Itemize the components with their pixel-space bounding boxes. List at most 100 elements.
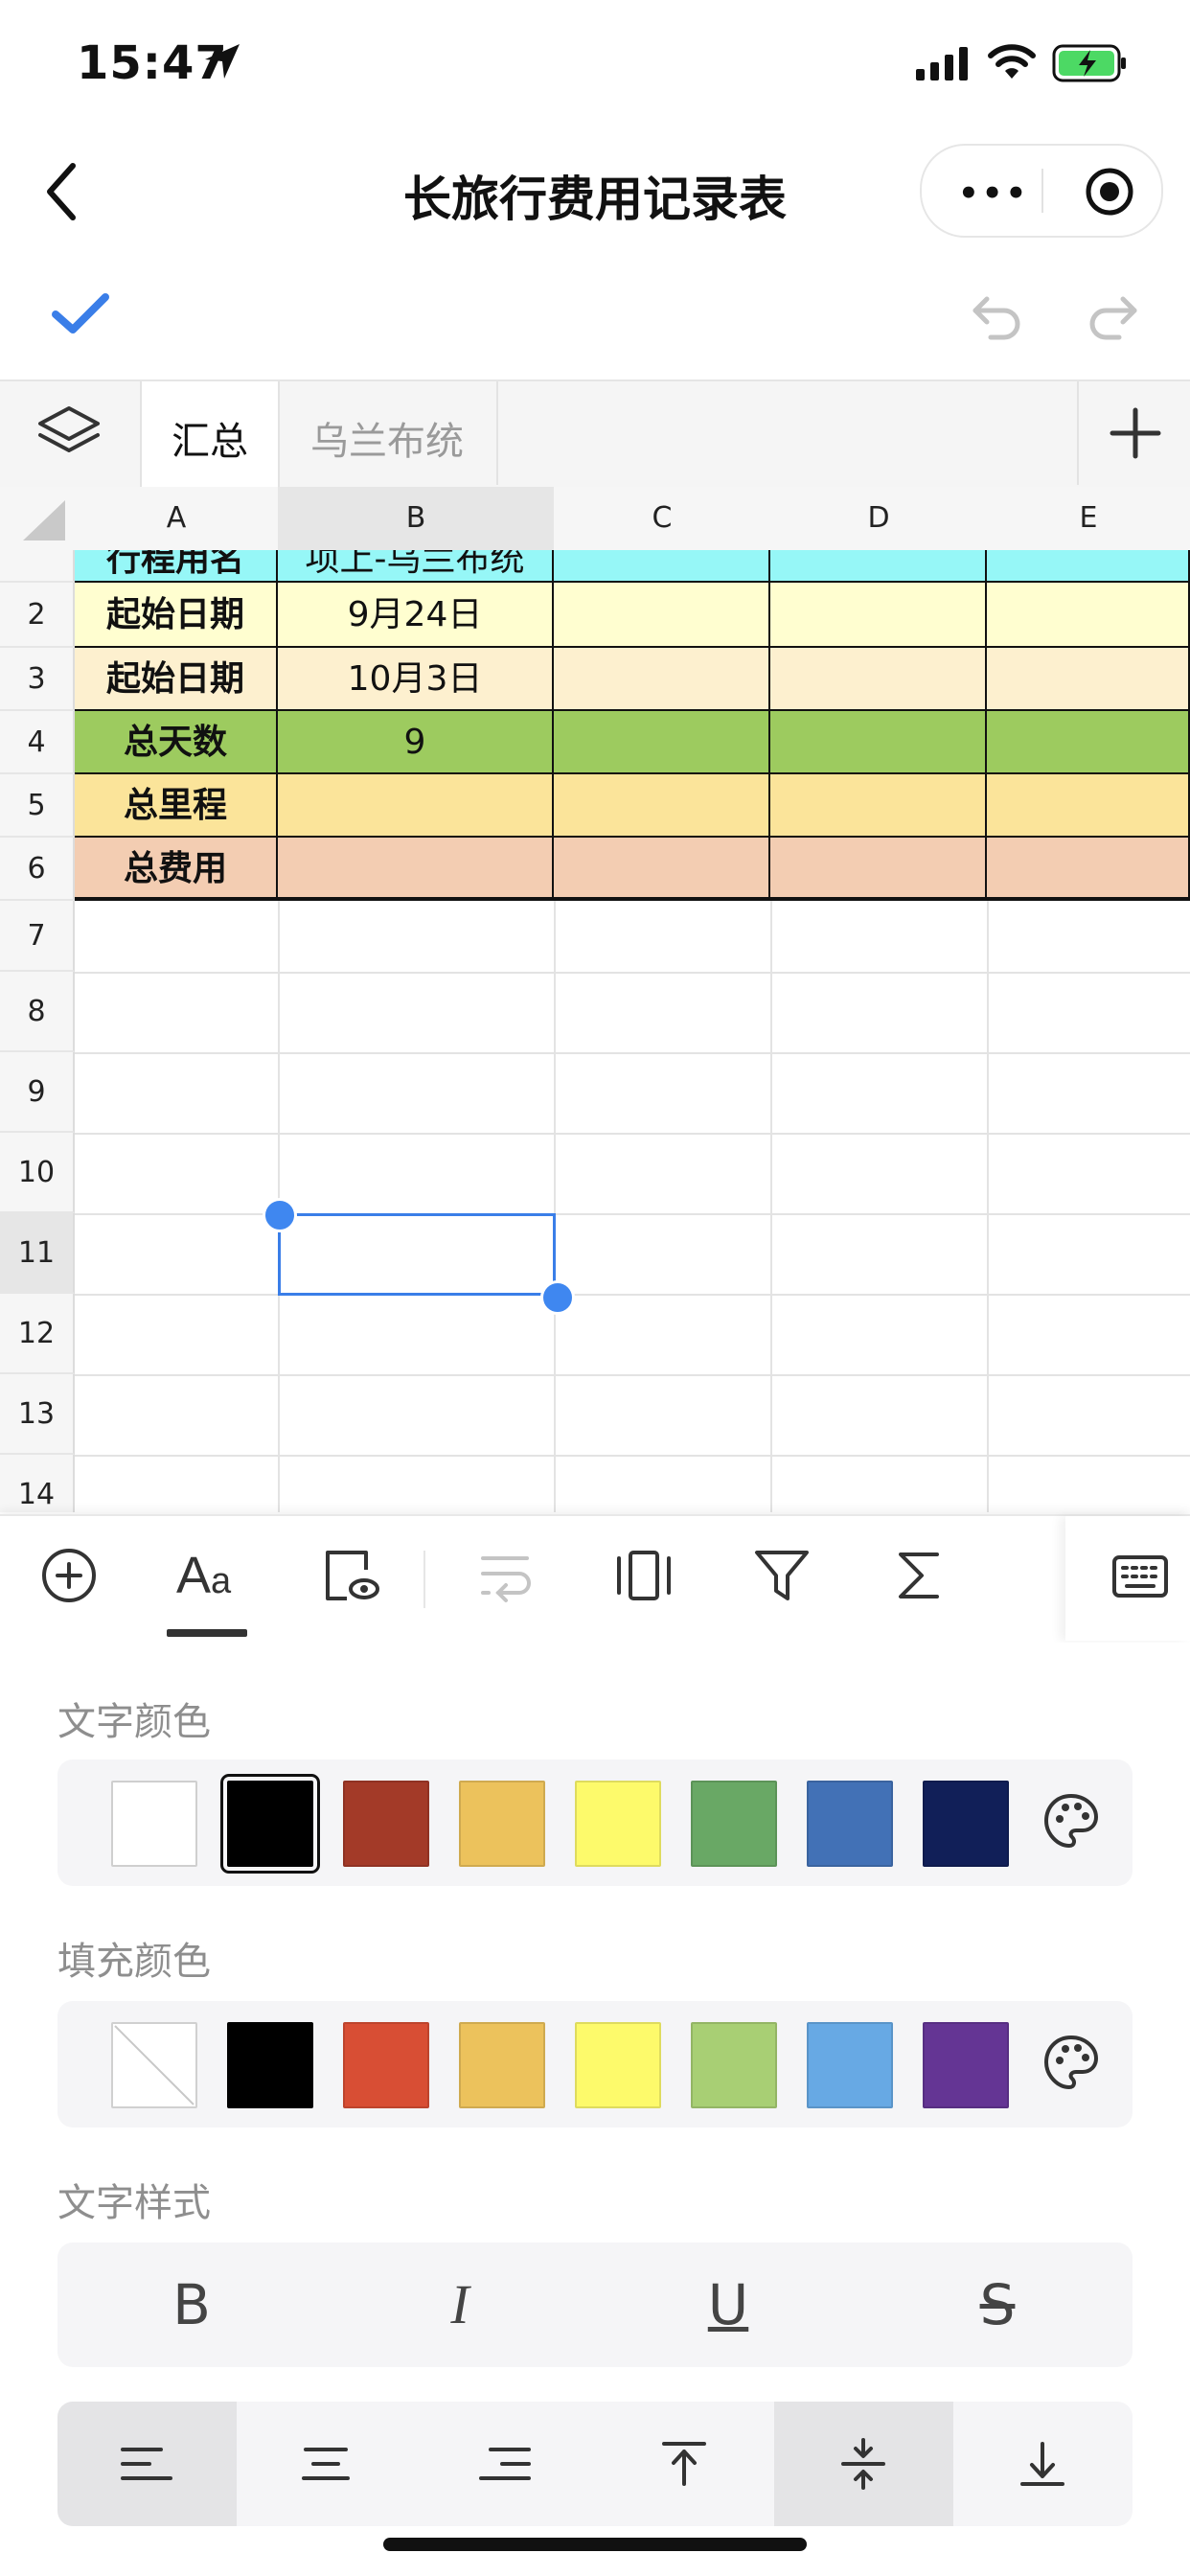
text-color-swatch-5[interactable] (575, 1781, 661, 1867)
add-sheet-button[interactable] (1077, 381, 1190, 485)
more-button[interactable]: ••• (958, 174, 1029, 213)
fill-color-swatch-3[interactable] (343, 2022, 429, 2108)
selection-handle-start[interactable] (263, 1198, 297, 1232)
table-cell[interactable] (554, 550, 770, 583)
row-header-13[interactable]: 13 (0, 1374, 75, 1455)
cell-label-row-4[interactable]: 总天数 (75, 711, 278, 774)
table-cell[interactable] (987, 774, 1190, 838)
row-header-12[interactable]: 12 (0, 1294, 75, 1374)
cell-value-row-1[interactable]: 项上-乌兰布统 (278, 550, 554, 583)
text-color-swatch-4[interactable] (459, 1781, 545, 1867)
table-cell[interactable] (770, 648, 987, 711)
table-cell[interactable] (987, 711, 1190, 774)
align-right-button[interactable] (416, 2402, 595, 2526)
column-header-e[interactable]: E (987, 487, 1190, 552)
table-cell[interactable] (987, 550, 1190, 583)
align-middle-button[interactable] (774, 2402, 953, 2526)
text-color-swatch-2[interactable] (220, 1774, 320, 1874)
table-cell[interactable] (554, 838, 770, 901)
table-cell[interactable] (770, 774, 987, 838)
text-color-swatch-7[interactable] (807, 1781, 893, 1867)
selected-cell[interactable] (278, 1213, 556, 1296)
row-header-3[interactable]: 3 (0, 648, 75, 711)
text-color-swatch-1[interactable] (111, 1781, 197, 1867)
keyboard-button[interactable] (1065, 1516, 1190, 1641)
tab-wulanbutong[interactable]: 乌兰布统 (278, 381, 498, 485)
cell-label-row-3[interactable]: 起始日期 (75, 648, 278, 711)
underline-button[interactable]: U (594, 2242, 862, 2367)
align-left-button[interactable] (57, 2402, 237, 2526)
fill-color-swatch-6[interactable] (691, 2022, 777, 2108)
row-header-2[interactable]: 2 (0, 583, 75, 648)
table-cell[interactable] (987, 838, 1190, 901)
table-cell[interactable] (554, 583, 770, 648)
table-cell[interactable] (770, 583, 987, 648)
select-all-corner[interactable] (0, 487, 77, 552)
table-cell[interactable] (554, 648, 770, 711)
selection-handle-end[interactable] (540, 1280, 575, 1315)
tab-summary[interactable]: 汇总 (140, 381, 280, 487)
add-icon[interactable] (38, 1545, 100, 1606)
spreadsheet-grid[interactable]: A B C D E 2 3 4 5 6 7 8 9 10 11 12 13 14 行程用名 项上-乌兰布统 起始日期 9月… (0, 487, 1190, 1512)
row-header-5[interactable]: 5 (0, 774, 75, 838)
table-cell[interactable] (770, 838, 987, 901)
sigma-icon[interactable] (889, 1545, 950, 1606)
align-top-button[interactable] (595, 2402, 774, 2526)
text-format-icon[interactable]: A a (174, 1545, 241, 1606)
fill-color-swatch-1[interactable] (111, 2022, 197, 2108)
row-header-6[interactable]: 6 (0, 838, 75, 901)
row-header-11[interactable]: 11 (0, 1213, 75, 1294)
align-bottom-button[interactable] (953, 2402, 1133, 2526)
cell-label-row-6[interactable]: 总费用 (75, 838, 278, 901)
cell-label-row-5[interactable]: 总里程 (75, 774, 278, 838)
row-header-8[interactable]: 8 (0, 972, 75, 1052)
table-cell[interactable] (554, 774, 770, 838)
cell-label-row-2[interactable]: 起始日期 (75, 583, 278, 648)
cell-value-row-2[interactable]: 9月24日 (278, 583, 554, 648)
table-cell[interactable] (770, 711, 987, 774)
table-cell[interactable] (987, 583, 1190, 648)
table-cell[interactable] (554, 711, 770, 774)
fill-color-swatch-5[interactable] (575, 2022, 661, 2108)
cell-style-icon[interactable] (320, 1545, 381, 1606)
row-header-7[interactable]: 7 (0, 901, 75, 972)
close-target-icon[interactable] (1085, 167, 1134, 217)
column-header-b[interactable]: B (278, 487, 556, 552)
column-header-d[interactable]: D (770, 487, 989, 552)
table-cell[interactable] (770, 550, 987, 583)
row-header-14[interactable]: 14 (0, 1455, 75, 1512)
fill-color-swatch-7[interactable] (807, 2022, 893, 2108)
filter-icon[interactable] (751, 1545, 812, 1606)
column-header-c[interactable]: C (554, 487, 772, 552)
row-header-4[interactable]: 4 (0, 711, 75, 774)
cell-value-row-5[interactable] (278, 774, 554, 838)
freeze-icon[interactable] (613, 1545, 675, 1606)
row-header-10[interactable]: 10 (0, 1133, 75, 1213)
redo-icon[interactable] (1085, 288, 1142, 345)
bold-button[interactable]: B (57, 2242, 326, 2367)
table-cell[interactable] (987, 648, 1190, 711)
palette-icon[interactable] (1041, 1790, 1102, 1855)
fill-color-swatch-2[interactable] (227, 2022, 313, 2108)
cell-value-row-4[interactable]: 9 (278, 711, 554, 774)
column-header-a[interactable]: A (75, 487, 280, 552)
text-color-swatch-8[interactable] (923, 1781, 1009, 1867)
wrap-icon[interactable] (475, 1545, 537, 1606)
text-color-swatch-6[interactable] (691, 1781, 777, 1867)
palette-icon[interactable] (1041, 2032, 1102, 2097)
row-header-9[interactable]: 9 (0, 1052, 75, 1133)
align-center-button[interactable] (237, 2402, 416, 2526)
fill-color-swatch-8[interactable] (923, 2022, 1009, 2108)
strikethrough-button[interactable]: S (862, 2242, 1133, 2367)
cell-label-row-1[interactable]: 行程用名 (75, 550, 278, 583)
confirm-check-icon[interactable] (50, 289, 111, 337)
grid-line (75, 972, 1190, 974)
cell-value-row-3[interactable]: 10月3日 (278, 648, 554, 711)
italic-button[interactable]: I (326, 2242, 594, 2367)
cell-value-row-6[interactable] (278, 838, 554, 901)
sheet-list-button[interactable] (0, 381, 140, 485)
undo-icon[interactable] (968, 288, 1025, 345)
text-color-swatch-3[interactable] (343, 1781, 429, 1867)
row-header-1[interactable] (0, 550, 75, 583)
fill-color-swatch-4[interactable] (459, 2022, 545, 2108)
